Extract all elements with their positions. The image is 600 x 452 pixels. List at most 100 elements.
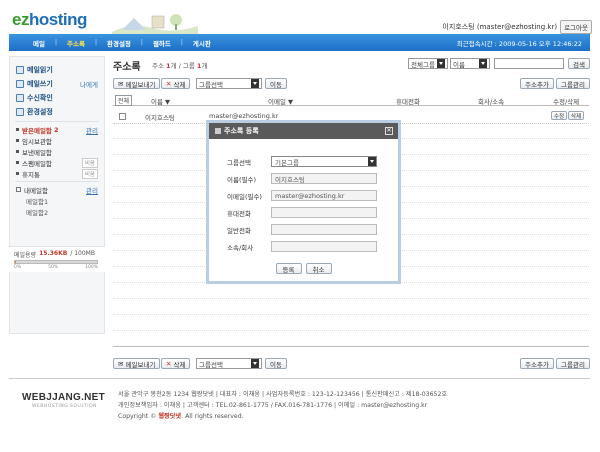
- nav-addressbook[interactable]: 주소록: [57, 38, 95, 48]
- group-select[interactable]: 그룹선택: [196, 78, 262, 89]
- search-input[interactable]: [494, 58, 564, 69]
- main-nav: 메일 | 주소록 | 환경설정 | 웹하드 | 게시판 최근접속시간 : 2009-05…: [9, 34, 590, 51]
- row-divider: [113, 330, 589, 331]
- row-divider: [113, 346, 589, 347]
- receipt-icon: [16, 94, 24, 102]
- write-self-link[interactable]: 나에게: [80, 79, 98, 89]
- address-register-dialog: 주소록 등록 ✕ 그룹선택 기본그룹 이름(필수) 이지호스팅 이메일(필수) mas…: [206, 120, 401, 284]
- close-icon[interactable]: ✕: [385, 127, 393, 135]
- footer-line-1: 서울 관악구 봉천2동 1234 웹짱닷넷 | 대표자 : 이채웅 | 사업자등…: [118, 391, 448, 398]
- folder-inbox[interactable]: 받은메일함 2 관리: [10, 124, 104, 135]
- folder-spam[interactable]: 스팸메일함 비움: [10, 157, 104, 168]
- nav-settings[interactable]: 환경설정: [97, 38, 141, 48]
- last-login: 최근접속시간 : 2009-05-16 오후 12:46:22: [456, 39, 582, 48]
- empty-spam-button[interactable]: 비움: [81, 157, 98, 168]
- my-box-item[interactable]: 메일함2: [10, 206, 104, 217]
- table-header: 전체 이름 ▼ 이메일 ▼ 휴대전화 회사/소속 수정/삭제: [113, 95, 589, 106]
- company-field[interactable]: [271, 241, 377, 252]
- folder-drafts[interactable]: 임시보관함: [10, 135, 104, 146]
- quota-ticks: 0% 50% 100%: [14, 265, 98, 270]
- quota-fill: [15, 261, 16, 263]
- my-mailbox[interactable]: 내메일함 관리: [10, 184, 104, 195]
- row-delete-button[interactable]: 삭제: [568, 111, 585, 120]
- logout-button[interactable]: 로그아웃: [560, 20, 592, 34]
- account-info: 이지호스팅 (master@ezhosting.kr): [442, 23, 558, 31]
- chevron-down-icon: [251, 79, 259, 88]
- nav-mail[interactable]: 메일: [23, 38, 55, 48]
- col-mobile: 휴대전화: [396, 98, 420, 106]
- footer-info: 서울 관악구 봉천2동 1234 웹짱닷넷 | 대표자 : 이채웅 | 사업자등…: [118, 389, 447, 422]
- email-label: 이메일(필수): [227, 192, 262, 201]
- row-divider: [113, 314, 589, 315]
- row-checkbox[interactable]: [119, 113, 126, 120]
- dialog-header: 주소록 등록: [209, 123, 398, 139]
- my-box-manage-link[interactable]: 관리: [86, 185, 98, 195]
- phone-label: 일반전화: [227, 226, 251, 235]
- phone-field[interactable]: [271, 224, 377, 235]
- row-email[interactable]: master@ezhosting.kr: [209, 112, 278, 120]
- move-button[interactable]: 이동: [265, 358, 287, 369]
- email-field[interactable]: master@ezhosting.kr: [271, 190, 377, 201]
- search-field-select[interactable]: 이름: [450, 58, 490, 69]
- dialog-group-select[interactable]: 기본그룹: [271, 156, 377, 167]
- sidebar-settings[interactable]: 환경설정: [10, 105, 104, 119]
- sidebar-read[interactable]: 메일읽기: [10, 63, 104, 77]
- footer-line-2: 개인정보책임자 : 이채웅 | 고객센터 : TEL.02-861-1775 /…: [118, 402, 428, 409]
- select-all-button[interactable]: 전체: [115, 95, 133, 106]
- footer-divider: [9, 378, 590, 379]
- chevron-down-icon: [368, 157, 376, 166]
- mail-write-icon: [16, 80, 24, 88]
- footer-logo-sub: WEBHOSTING SOLUTION: [32, 404, 97, 409]
- collapse-icon[interactable]: [16, 187, 21, 192]
- add-address-button[interactable]: 주소추가: [520, 358, 554, 369]
- mobile-field[interactable]: [271, 207, 377, 218]
- name-label: 이름(필수): [227, 175, 256, 184]
- delete-button[interactable]: ✕ 삭제: [161, 78, 191, 89]
- col-edit: 수정/삭제: [553, 98, 580, 106]
- address-count: 주소 1개 / 그룹 1개: [152, 62, 208, 70]
- group-manage-button[interactable]: 그룹관리: [556, 358, 590, 369]
- row-divider: [113, 298, 589, 299]
- footer-logo: WEBJJANG.NET: [22, 392, 106, 403]
- col-company: 회사/소속: [478, 98, 505, 106]
- col-email[interactable]: 이메일 ▼: [268, 96, 293, 106]
- chevron-down-icon: [437, 59, 445, 68]
- my-box-item[interactable]: 메일함1: [10, 195, 104, 206]
- delete-icon: ✕: [166, 359, 174, 368]
- header-illustration: [112, 14, 198, 34]
- search-button[interactable]: 검색: [568, 58, 590, 69]
- logo[interactable]: ezhosting: [12, 10, 87, 30]
- add-address-button[interactable]: 주소추가: [520, 78, 554, 89]
- footer-copyright: Copyright © 웹짱닷넷. All rights reserved.: [118, 413, 244, 420]
- chevron-down-icon: [479, 59, 487, 68]
- search-scope-select[interactable]: 전체그룹: [408, 58, 448, 69]
- send-mail-button[interactable]: ✉ 메일보내기: [113, 358, 161, 369]
- move-button[interactable]: 이동: [265, 78, 287, 89]
- register-button[interactable]: 등록: [275, 263, 302, 274]
- row-edit-button[interactable]: 수정: [551, 111, 568, 120]
- nav-webhard[interactable]: 웹하드: [143, 38, 181, 48]
- row-name[interactable]: 이지호스팅: [145, 112, 175, 122]
- nav-board[interactable]: 게시판: [183, 38, 221, 48]
- sidebar-write[interactable]: 메일쓰기 나에게: [10, 77, 104, 91]
- col-name[interactable]: 이름 ▼: [151, 96, 170, 106]
- account-area: 이지호스팅 (master@ezhosting.kr) 로그아웃: [442, 20, 592, 34]
- company-label: 소속/회사: [227, 243, 254, 252]
- mail-read-icon: [16, 66, 24, 74]
- sidebar-confirm[interactable]: 수신확인: [10, 91, 104, 105]
- delete-button[interactable]: ✕ 삭제: [161, 358, 191, 369]
- chevron-down-icon: [251, 359, 259, 368]
- gear-icon: [16, 108, 24, 116]
- folder-trash[interactable]: 휴지통 비움: [10, 168, 104, 179]
- group-manage-button[interactable]: 그룹관리: [556, 78, 590, 89]
- cancel-button[interactable]: 취소: [305, 263, 332, 274]
- dialog-buttons: 등록 취소: [209, 263, 398, 274]
- empty-trash-button[interactable]: 비움: [81, 168, 98, 179]
- folder-manage-link[interactable]: 관리: [86, 125, 98, 135]
- mobile-label: 휴대전화: [227, 209, 251, 218]
- group-select[interactable]: 그룹선택: [196, 358, 262, 369]
- name-field[interactable]: 이지호스팅: [271, 173, 377, 184]
- top-toolbar: ✉ 메일보내기 ✕ 삭제 그룹선택 이동 주소추가 그룹관리: [113, 78, 590, 90]
- send-mail-button[interactable]: ✉ 메일보내기: [113, 78, 161, 89]
- folder-sent[interactable]: 보낸메일함: [10, 146, 104, 157]
